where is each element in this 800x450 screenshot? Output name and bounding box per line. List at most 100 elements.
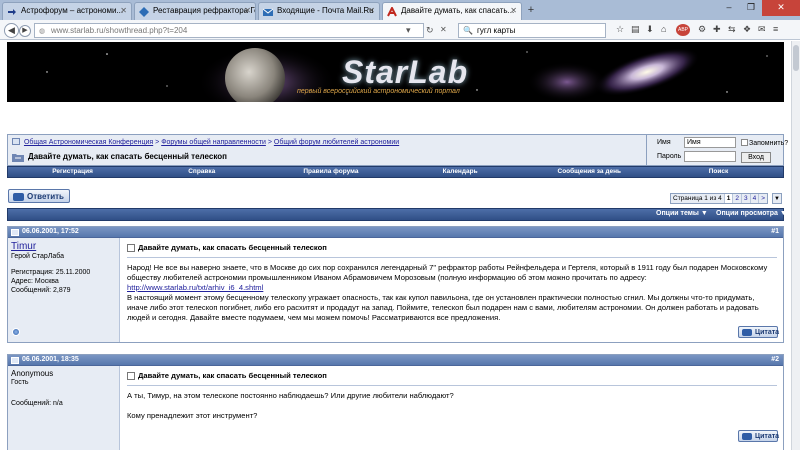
quote-label: Цитата (755, 433, 780, 440)
breadcrumb-link-conference[interactable]: Общая Астрономическая Конференция (24, 139, 153, 146)
pagination-dropdown-icon[interactable]: ▼ (772, 193, 782, 204)
window-controls: – ❐ ✕ (718, 0, 800, 16)
menu-item-calendar[interactable]: Календарь (396, 167, 525, 177)
checkbox-icon (741, 139, 748, 146)
username-link[interactable]: Timur (11, 241, 116, 252)
address-bar[interactable]: ◍ www.starlab.ru/showthread.php?t=204 (34, 23, 424, 38)
thread-options-menu[interactable]: Опции темы ▼ (656, 210, 708, 217)
user-registration: Регистрация: 25.11.2000 (11, 269, 91, 276)
post-text-paragraph: Кому пренадлежит этот инструмент? (127, 411, 258, 420)
stop-icon[interactable]: ✕ (440, 23, 447, 38)
post-header: 06.06.2001, 18:35 #2 (8, 355, 783, 366)
thread-folder-icon (12, 154, 24, 162)
reload-icon[interactable]: ↻ (426, 23, 434, 38)
post-message: Народ! Не все вы наверно знаете, что в М… (127, 263, 777, 323)
starlab-icon (387, 7, 397, 17)
post-divider (127, 385, 777, 386)
reply-button[interactable]: Ответить (8, 189, 70, 203)
post-title-icon (127, 244, 135, 252)
menu-item-search[interactable]: Поиск (654, 167, 783, 177)
download-icon[interactable]: ⬇ (646, 24, 654, 35)
search-input[interactable]: 🔍 гугл карты (458, 23, 606, 38)
close-window-icon[interactable]: ✕ (762, 0, 800, 16)
scrollbar-thumb[interactable] (793, 45, 799, 71)
next-page-link[interactable]: > (758, 194, 767, 203)
remember-label: Запомнить? (749, 140, 789, 147)
browser-tab-2[interactable]: Реставрация рефрактора Ге... ✕ (134, 2, 256, 20)
view-options-menu[interactable]: Опции просмотра ▼ (716, 210, 787, 217)
globe-icon: ◍ (39, 28, 46, 35)
post-title: Давайте думать, как спасать бесценный те… (127, 243, 777, 253)
username: Anonymous (11, 369, 54, 378)
menu-item-rules[interactable]: Правила форума (266, 167, 395, 177)
reply-arrow-icon (13, 193, 24, 201)
post-1: 06.06.2001, 17:52 #1 Timur Герой СтарЛаб… (7, 226, 784, 343)
clipboard-icon[interactable]: ▤ (631, 24, 640, 35)
quote-icon (742, 433, 752, 440)
browser-tab-3[interactable]: Входящие - Почта Mail.Ru ✕ (258, 2, 380, 20)
browser-tab-1[interactable]: Астрофорум – астрономи... ✕ (2, 2, 132, 20)
user-title: Герой СтарЛаба (11, 253, 65, 260)
gear-icon[interactable]: ⚙ (698, 24, 706, 35)
page-2-link[interactable]: 2 (732, 194, 741, 203)
menu-item-todays-posts[interactable]: Сообщения за день (525, 167, 654, 177)
close-tab-icon[interactable]: ✕ (244, 6, 251, 15)
password-field[interactable] (684, 151, 736, 162)
post-body: Давайте думать, как спасать бесценный те… (121, 366, 783, 450)
starlab-logo[interactable]: StarLab первый всероссийский астрономиче… (292, 46, 522, 98)
adblock-icon[interactable]: ABP (676, 24, 690, 36)
post-text-paragraph: В настоящий момент этому бесценному теле… (127, 293, 759, 322)
minimize-icon[interactable]: – (718, 0, 740, 16)
home-icon[interactable]: ⌂ (661, 24, 666, 34)
tab-label: Давайте думать, как спасать... (401, 6, 515, 15)
breadcrumb-link-general-forums[interactable]: Форумы общей направленности (161, 139, 266, 146)
bookmark-icon[interactable]: ❖ (743, 24, 751, 35)
breadcrumb-separator: > (267, 139, 272, 146)
page-scrollbar[interactable] (791, 41, 800, 450)
extension-icon[interactable]: ✚ (713, 24, 721, 35)
logo-slogan: первый всероссийский астрономический пор… (297, 88, 460, 95)
post-text-paragraph: А ты, Тимур, на этом телескопе постоянно… (127, 391, 454, 400)
close-tab-icon[interactable]: ✕ (120, 6, 127, 15)
search-engine-icon: 🔍 (463, 26, 473, 35)
page-1-link[interactable]: 1 (723, 194, 733, 203)
maximize-icon[interactable]: ❐ (740, 0, 762, 16)
user-post-count: Сообщений: 2,879 (11, 287, 71, 294)
dropdown-arrow-icon[interactable]: ▾ (406, 23, 411, 38)
post-title: Давайте думать, как спасать бесценный те… (127, 371, 777, 381)
close-tab-icon[interactable]: ✕ (368, 6, 375, 15)
thread-tools-bar: Опции темы ▼ Опции просмотра ▼ (7, 208, 787, 221)
star-icon[interactable]: ☆ (616, 24, 624, 35)
close-tab-icon[interactable]: ✕ (510, 6, 517, 15)
post-link[interactable]: http://www.starlab.ru/txt/arhiv_i6_4.sht… (127, 283, 263, 292)
menu-icon[interactable]: ≡ (773, 24, 778, 34)
forward-icon[interactable]: ▶ (19, 25, 31, 37)
sync-icon[interactable]: ⇆ (728, 24, 736, 35)
breadcrumb-link-amateur-forum[interactable]: Общий форум любителей астрономии (274, 139, 399, 146)
post-message: А ты, Тимур, на этом телескопе постоянно… (127, 391, 777, 421)
breadcrumb: Общая Астрономическая Конференция > Фору… (12, 138, 399, 146)
menu-item-help[interactable]: Справка (137, 167, 266, 177)
page-3-link[interactable]: 3 (740, 194, 750, 203)
username-field[interactable] (684, 137, 736, 148)
post-number-link[interactable]: #1 (771, 228, 779, 235)
post-2: 06.06.2001, 18:35 #2 Anonymous Гость Соо… (7, 354, 784, 450)
quote-button[interactable]: Цитата (738, 430, 780, 442)
remember-checkbox[interactable]: Запомнить? (741, 139, 788, 147)
chat-icon[interactable]: ✉ (758, 24, 766, 35)
back-icon[interactable]: ◀ (4, 23, 19, 38)
post-icon (11, 357, 19, 364)
post-user-panel: Timur Герой СтарЛаба Регистрация: 25.11.… (8, 238, 120, 342)
breadcrumb-separator: > (155, 139, 160, 146)
new-tab-button[interactable]: + (524, 4, 538, 17)
post-title-icon (127, 372, 135, 380)
navigation-panel: Общая Астрономическая Конференция > Фору… (7, 134, 788, 167)
post-number-link[interactable]: #2 (771, 356, 779, 363)
login-form: Имя Пароль Запомнить? Вход (646, 135, 788, 167)
menu-item-register[interactable]: Регистрация (8, 167, 137, 177)
login-button[interactable]: Вход (741, 152, 771, 163)
browser-tab-4-active[interactable]: Давайте думать, как спасать... ✕ (382, 2, 522, 20)
user-location: Адрес: Москва (11, 278, 59, 285)
page-4-link[interactable]: 4 (749, 194, 759, 203)
quote-button[interactable]: Цитата (738, 326, 779, 338)
